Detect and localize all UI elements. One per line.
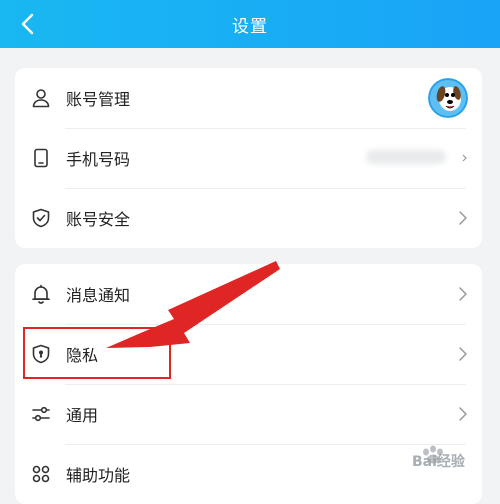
masked-phone-value — [366, 150, 446, 164]
chevron-right-icon — [459, 211, 467, 225]
person-icon — [32, 89, 50, 108]
account-security-row[interactable]: 账号安全 — [15, 188, 482, 248]
watermark-text: Bai经验 — [412, 454, 465, 470]
grid-icon — [32, 465, 50, 483]
general-row[interactable]: 通用 — [15, 384, 482, 444]
avatar[interactable] — [428, 78, 468, 118]
phone-number-row[interactable]: 手机号码 — [15, 128, 482, 188]
phone-number-label: 手机号码 — [66, 150, 131, 169]
app-header: 设置 — [0, 0, 500, 48]
highlight-box — [23, 327, 171, 379]
account-management-row[interactable]: 账号管理 — [15, 68, 482, 128]
shield-check-icon — [32, 208, 50, 228]
general-label: 通用 — [66, 406, 99, 425]
chevron-right-icon — [459, 347, 467, 361]
chevron-right-icon — [459, 287, 467, 301]
notifications-label: 消息通知 — [66, 286, 131, 305]
account-security-label: 账号安全 — [66, 210, 131, 229]
account-settings-card: 账号管理 手机号码 账号安全 — [15, 68, 482, 248]
accessibility-label: 辅助功能 — [66, 466, 131, 485]
bell-icon — [32, 284, 50, 304]
notifications-row[interactable]: 消息通知 — [15, 264, 482, 324]
chevron-right-icon — [462, 154, 467, 162]
chevron-right-icon — [459, 407, 467, 421]
page-title: 设置 — [232, 17, 268, 37]
account-management-label: 账号管理 — [66, 90, 131, 109]
phone-icon — [34, 148, 48, 168]
sliders-icon — [32, 406, 50, 422]
